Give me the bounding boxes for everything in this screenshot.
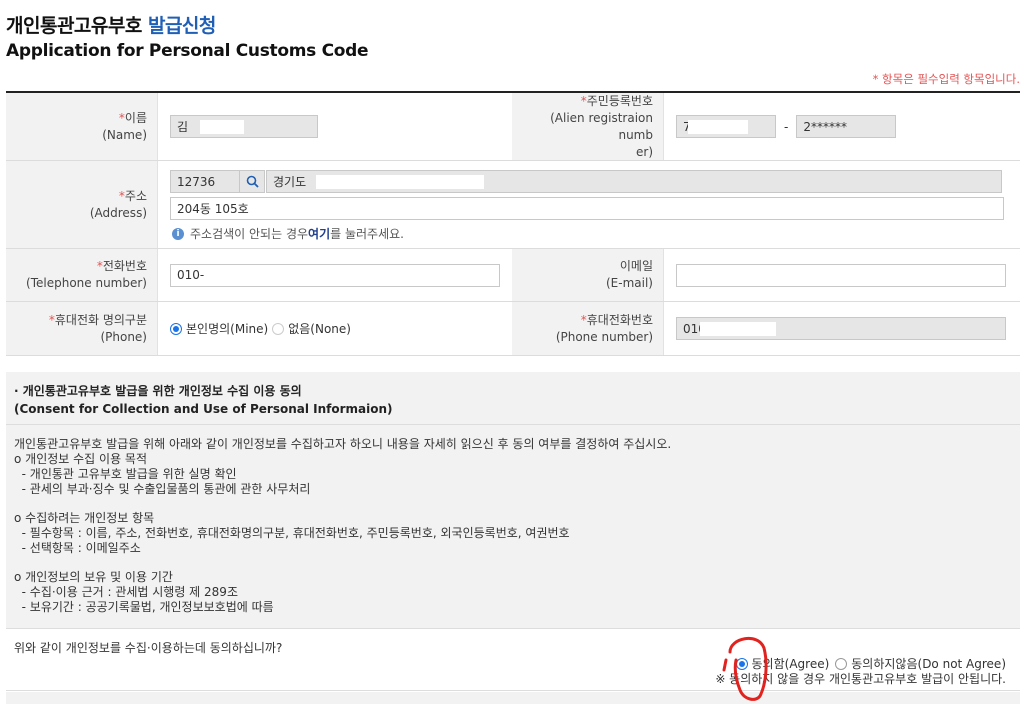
consent-s1-title: ο 개인정보 수집 이용 목적	[14, 452, 148, 466]
consent-section: · 개인통관고유부호 발급을 위한 개인정보 수집 이용 동의 (Consent…	[6, 372, 1020, 691]
rrn-label: *주민등록번호 (Alien registraion numb er)	[512, 93, 664, 160]
row-phone-owner-mobile: *휴대전화 명의구분 (Phone) 본인명의(Mine) 없음(None) *…	[6, 302, 1020, 356]
phone-label-en: (Telephone number)	[26, 276, 147, 290]
bottom-strip	[6, 692, 1020, 704]
address1-value: 경기도	[273, 175, 307, 189]
required-note: * 항목은 필수입력 항목입니다.	[872, 72, 1020, 86]
redaction	[688, 120, 748, 134]
email-label: 이메일 (E-mail)	[512, 249, 664, 301]
page-title-en: Application for Personal Customs Code	[6, 41, 369, 61]
phone-cell: 010-	[158, 249, 512, 301]
mobile-cell: 010	[664, 302, 1020, 355]
radio-none-label[interactable]: 없음(None)	[288, 320, 351, 337]
name-value: 김	[177, 120, 189, 134]
rrn-back-input[interactable]: 2******	[796, 115, 897, 138]
info-icon: i	[172, 227, 184, 240]
row-name-rrn: *이름 (Name) 김 *주민등록번호 (Alien registraion …	[6, 93, 1020, 161]
consent-s3-line2: - 보유기간 : 공공기록물법, 개인정보보호법에 따름	[14, 600, 274, 614]
consent-body: 개인통관고유부호 발급을 위해 아래와 같이 개인정보를 수집하고자 하오니 내…	[6, 425, 1020, 629]
address-hint: i 주소검색이 안되는 경우 여기 를 눌러주세요.	[172, 225, 404, 242]
name-label: *이름 (Name)	[6, 93, 158, 160]
phone-owner-label-ko: 휴대전화 명의구분	[54, 312, 147, 327]
rrn-label-en-2: er)	[636, 144, 653, 159]
phone-label-ko: 전화번호	[102, 259, 147, 273]
hint-pre: 주소검색이 안되는 경우	[190, 227, 309, 241]
rrn-label-en-1: (Alien registraion numb	[550, 110, 653, 142]
redaction	[200, 120, 244, 134]
consent-title-ko: · 개인통관고유부호 발급을 위한 개인정보 수집 이용 동의	[14, 384, 302, 398]
consent-intro: 개인통관고유부호 발급을 위해 아래와 같이 개인정보를 수집하고자 하오니 내…	[14, 437, 672, 451]
rrn-cell: 78 - 2******	[664, 93, 1020, 160]
annotation-circle	[722, 637, 768, 701]
address2-value: 204동 105호	[177, 202, 249, 216]
consent-s3-line1: - 수집·이용 근거 : 관세법 시행령 제 289조	[14, 585, 238, 599]
row-address: *주소 (Address) 12736 경기도 204동 105호 i 주소검색…	[6, 161, 1020, 249]
email-label-ko: 이메일	[619, 259, 653, 273]
zipcode-input[interactable]: 12736	[170, 170, 240, 193]
consent-footer: 위와 같이 개인정보를 수집·이용하는데 동의하십니까? 동의함(Agree) …	[6, 629, 1020, 691]
search-icon	[246, 175, 259, 188]
radio-none[interactable]	[272, 322, 285, 335]
title-accent: 발급신청	[147, 15, 216, 37]
application-form: *이름 (Name) 김 *주민등록번호 (Alien registraion …	[6, 91, 1020, 356]
consent-s1-line1: - 개인통관 고유부호 발급을 위한 실명 확인	[14, 467, 237, 481]
address-cell: 12736 경기도 204동 105호 i 주소검색이 안되는 경우 여기 를 눌…	[158, 161, 1020, 248]
mobile-label: *휴대전화번호 (Phone number)	[512, 302, 664, 355]
radio-disagree[interactable]	[835, 657, 848, 670]
email-cell	[664, 249, 1020, 301]
phone-value: 010-	[177, 268, 205, 282]
address-label-ko: 주소	[124, 188, 147, 203]
name-label-en: (Name)	[102, 127, 147, 142]
mobile-label-ko: 휴대전화번호	[586, 312, 653, 327]
hint-link[interactable]: 여기	[308, 225, 330, 242]
page-title-ko: 개인통관고유부호 발급신청	[6, 11, 216, 38]
row-phone-email: *전화번호 (Telephone number) 010- 이메일 (E-mai…	[6, 249, 1020, 302]
phone-owner-cell: 본인명의(Mine) 없음(None)	[158, 302, 512, 355]
mobile-label-en: (Phone number)	[555, 329, 653, 344]
rrn-dash: -	[784, 119, 789, 134]
radio-mine-label[interactable]: 본인명의(Mine)	[186, 320, 268, 337]
title-main: 개인통관고유부호	[6, 15, 148, 37]
address-label: *주소 (Address)	[6, 161, 158, 248]
address2-input[interactable]: 204동 105호	[170, 197, 1004, 220]
phone-owner-label-en: (Phone)	[100, 329, 147, 344]
phone-owner-label: *휴대전화 명의구분 (Phone)	[6, 302, 158, 355]
redaction	[316, 175, 484, 189]
consent-s2-title: ο 수집하려는 개인정보 항목	[14, 511, 155, 525]
address-label-en: (Address)	[89, 205, 147, 220]
name-input[interactable]: 김	[170, 115, 318, 138]
consent-header: · 개인통관고유부호 발급을 위한 개인정보 수집 이용 동의 (Consent…	[6, 372, 1020, 425]
email-label-en: (E-mail)	[606, 276, 653, 290]
name-cell: 김	[158, 93, 512, 160]
phone-input[interactable]: 010-	[170, 263, 500, 287]
consent-title-en: (Consent for Collection and Use of Perso…	[14, 402, 393, 416]
hint-post: 를 눌러주세요.	[330, 227, 404, 241]
rrn-back-value: 2******	[803, 119, 847, 134]
consent-s2-line2: - 선택항목 : 이메일주소	[14, 541, 141, 555]
redaction	[700, 322, 776, 336]
email-input[interactable]	[676, 263, 1006, 287]
consent-s3-title: ο 개인정보의 보유 및 이용 기간	[14, 570, 173, 584]
phone-label: *전화번호 (Telephone number)	[6, 249, 158, 301]
name-label-ko: 이름	[124, 110, 147, 125]
rrn-label-ko: 주민등록번호	[586, 93, 653, 108]
consent-s1-line2: - 관세의 부과·징수 및 수출입물품의 통관에 관한 사무처리	[14, 482, 311, 496]
consent-question: 위와 같이 개인정보를 수집·이용하는데 동의하십니까?	[14, 641, 283, 655]
consent-s2-line1: - 필수항목 : 이름, 주소, 전화번호, 휴대전화명의구분, 휴대전화번호,…	[14, 526, 570, 540]
address-search-button[interactable]	[239, 170, 265, 193]
zipcode-value: 12736	[177, 174, 216, 189]
radio-mine[interactable]	[170, 322, 182, 335]
